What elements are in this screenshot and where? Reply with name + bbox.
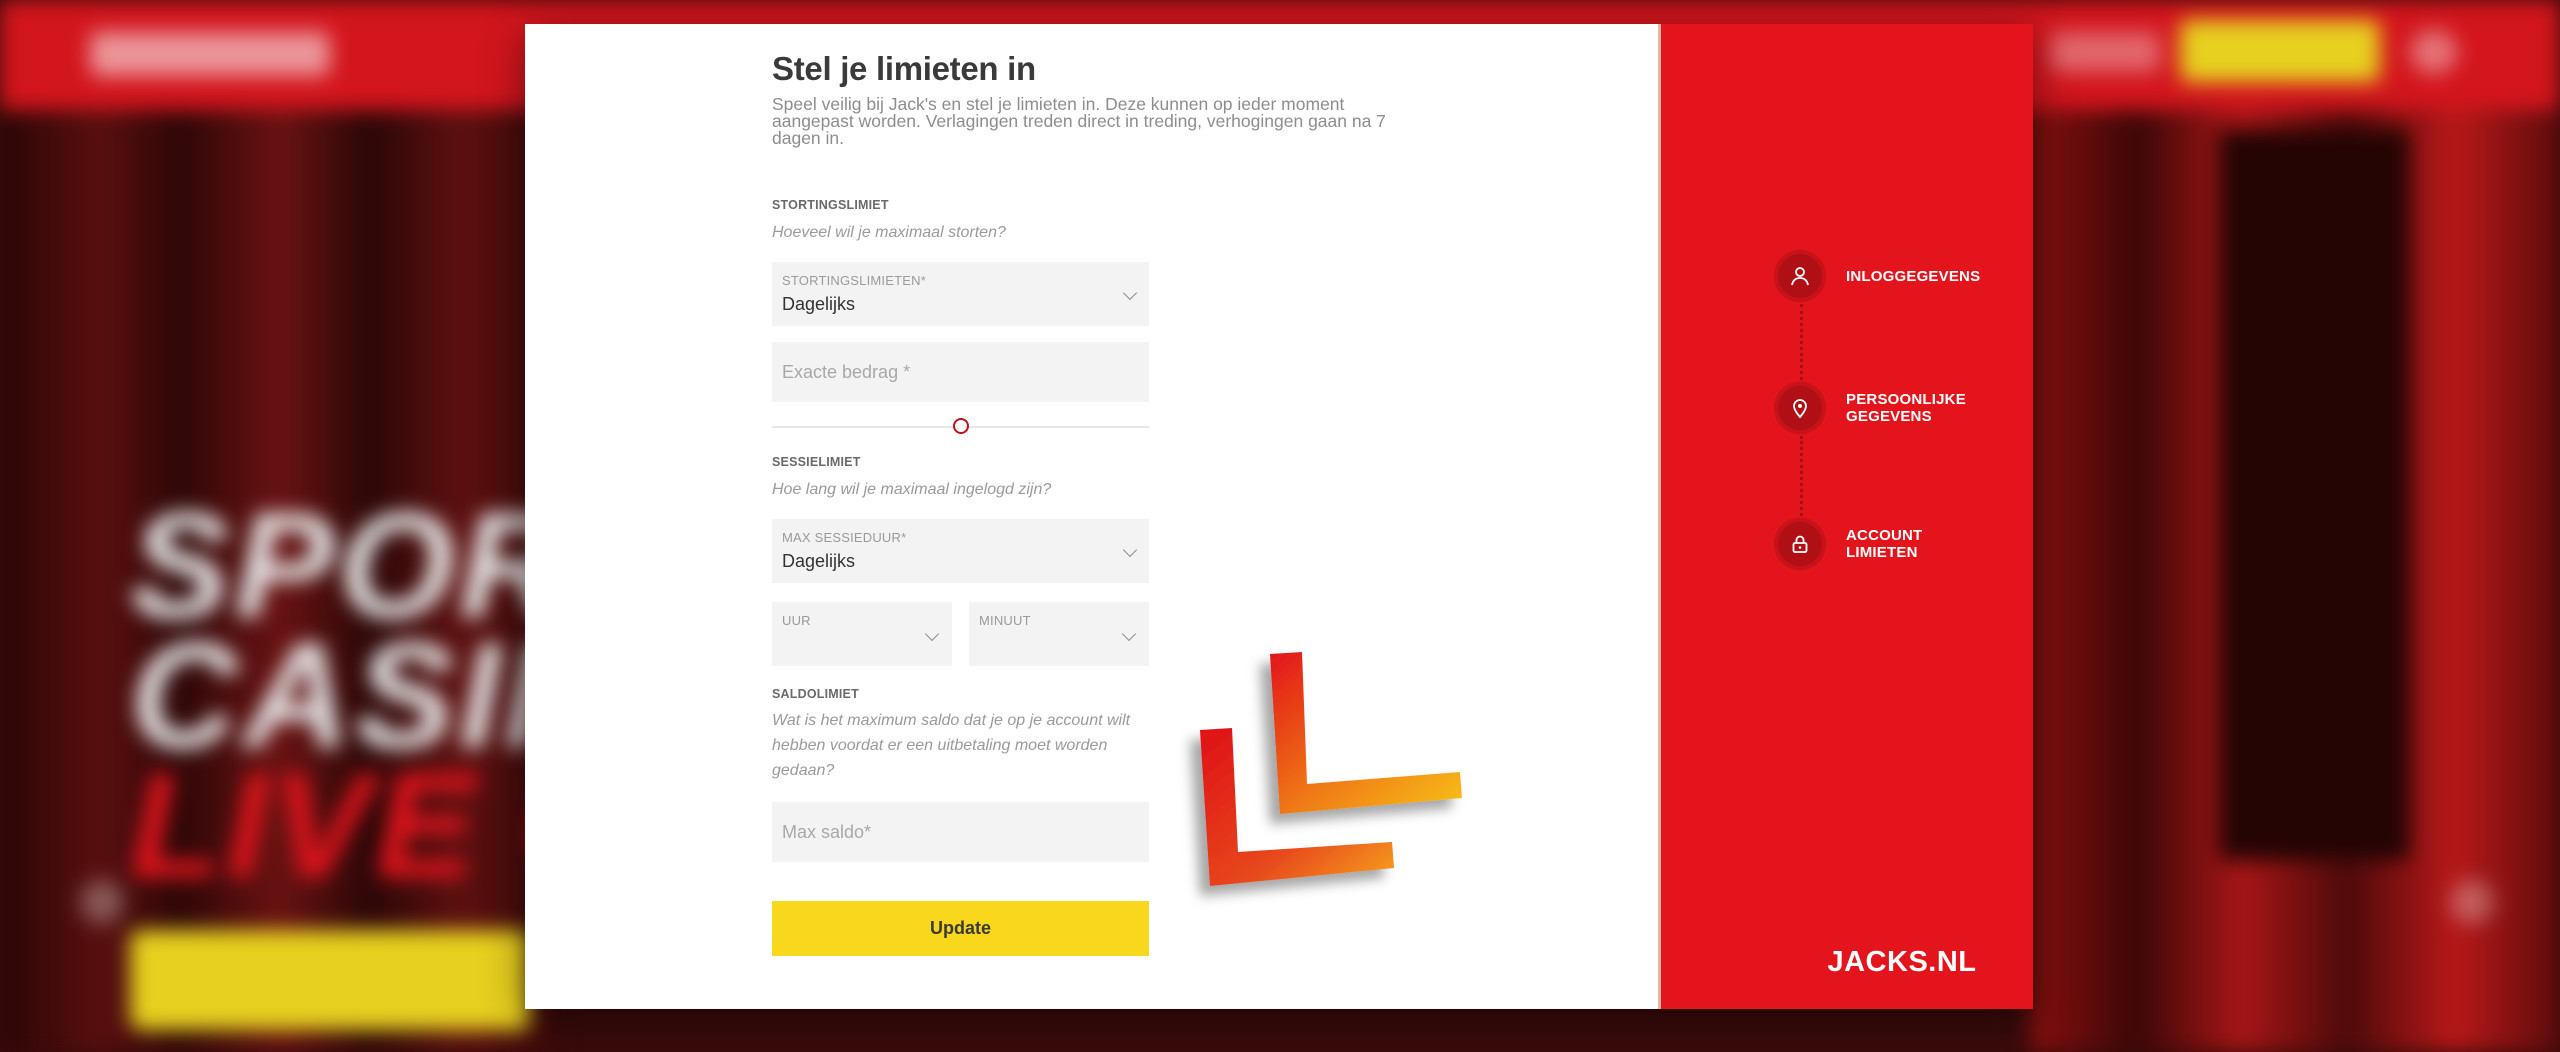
background-login-button [2050, 32, 2160, 72]
background-register-button [2180, 20, 2380, 82]
session-minute-select[interactable]: MINUUT [969, 602, 1149, 666]
step-inloggegevens[interactable]: INLOGGEGEVENS [1774, 250, 1996, 302]
session-duration-select[interactable]: MAX SESSIEDUUR* Dagelijks [772, 519, 1149, 583]
background-logo [90, 32, 330, 76]
session-hint: Hoe lang wil je maximaal ingelogd zijn? [772, 481, 1052, 498]
lock-icon [1774, 518, 1826, 570]
step-account-limieten[interactable]: ACCOUNT LIMIETEN [1774, 518, 1996, 570]
step-connector [1800, 304, 1803, 380]
chevron-down-icon [924, 626, 940, 642]
background-hero-button [130, 930, 530, 1030]
balance-hint: Wat is het maximum saldo dat je op je ac… [772, 712, 1131, 779]
max-balance-input[interactable]: Max saldo* [772, 802, 1149, 862]
deposit-hint: Hoeveel wil je maximaal storten? [772, 224, 1006, 241]
deposit-section-label: STORTINGSLIMIET [772, 198, 889, 212]
deposit-slider-thumb[interactable] [953, 418, 969, 434]
update-button[interactable]: Update [772, 901, 1149, 956]
background-prev-icon [80, 880, 124, 924]
step-label: ACCOUNT LIMIETEN [1846, 527, 1923, 561]
session-section-label: SESSIELIMIET [772, 455, 861, 469]
background-menu-icon [2410, 30, 2458, 74]
session-hour-select[interactable]: UUR [772, 602, 952, 666]
deposit-period-value: Dagelijks [782, 294, 856, 314]
form-header: Stel je limieten in Speel veilig bij Jac… [772, 48, 1412, 147]
background-curtain-panel [2220, 130, 2410, 860]
deposit-amount-placeholder: Exacte bedrag * [782, 362, 911, 382]
registration-stepper-panel: INLOGGEGEVENS PERSOONLIJKE GEGEVENS ACCO… [1661, 24, 2033, 1009]
deposit-period-select[interactable]: STORTINGSLIMIETEN* Dagelijks [772, 262, 1149, 326]
balance-section-label: SALDOLIMIET [772, 687, 859, 701]
limits-form-panel: Stel je limieten in Speel veilig bij Jac… [525, 24, 1661, 1009]
step-label: PERSOONLIJKE GEGEVENS [1846, 391, 1966, 425]
deposit-period-label: STORTINGSLIMIETEN* [782, 273, 926, 288]
jacks-brand-mark-icon [1200, 652, 1462, 886]
session-duration-value: Dagelijks [782, 551, 856, 571]
session-duration-label: MAX SESSIEDUUR* [782, 530, 907, 545]
max-balance-placeholder: Max saldo* [782, 822, 872, 842]
background-next-icon [2450, 880, 2494, 924]
deposit-amount-input[interactable]: Exacte bedrag * [772, 342, 1149, 402]
chevron-down-icon [1121, 626, 1137, 642]
step-connector [1800, 436, 1803, 516]
step-persoonlijke-gegevens[interactable]: PERSOONLIJKE GEGEVENS [1774, 382, 1996, 434]
chevron-down-icon [1122, 542, 1138, 558]
intro-text: Speel veilig bij Jack's en stel je limie… [772, 94, 1386, 148]
chevron-down-icon [1122, 285, 1138, 301]
limits-modal: Stel je limieten in Speel veilig bij Jac… [525, 24, 2033, 1009]
step-label: INLOGGEGEVENS [1846, 267, 1981, 285]
user-icon [1774, 250, 1826, 302]
session-minute-label: MINUUT [979, 613, 1031, 628]
page-title: Stel je limieten in [772, 50, 1036, 87]
jacks-logo: JACKS.NL [1827, 946, 1977, 978]
session-hour-label: UUR [782, 613, 811, 628]
location-pin-icon [1774, 382, 1826, 434]
